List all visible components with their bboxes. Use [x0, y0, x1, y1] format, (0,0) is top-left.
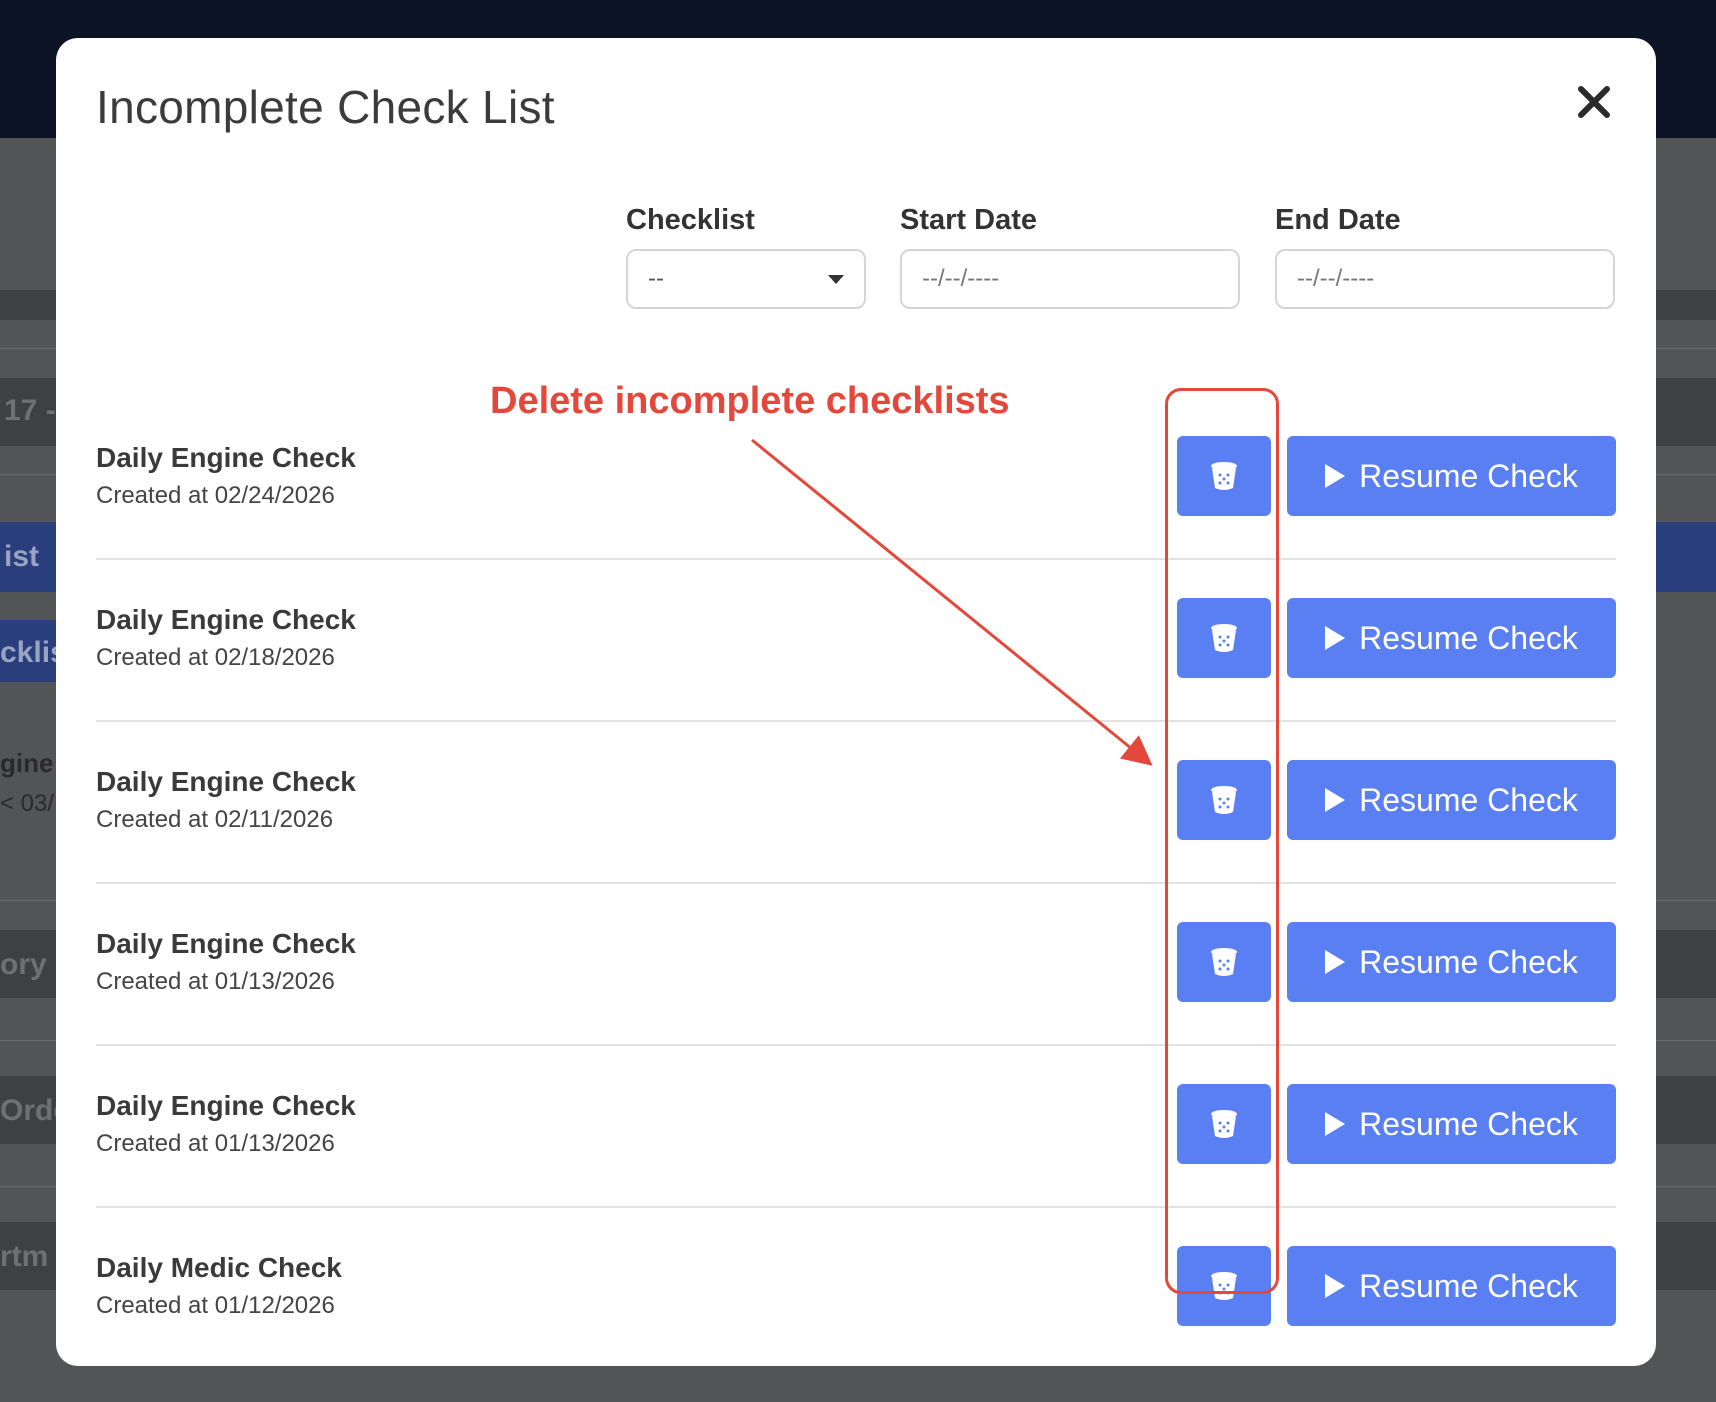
- trash-icon: [1211, 624, 1237, 652]
- list-item: Daily Medic Check Created at 01/12/2026 …: [96, 1208, 1616, 1370]
- checklist-title: Daily Medic Check: [96, 1252, 342, 1283]
- list-item: Daily Engine Check Created at 02/11/2026…: [96, 722, 1616, 884]
- trash-icon: [1211, 786, 1237, 814]
- resume-check-label: Resume Check: [1359, 1267, 1578, 1304]
- play-icon: [1325, 1112, 1346, 1136]
- list-item: Daily Engine Check Created at 01/13/2026…: [96, 884, 1616, 1046]
- resume-check-button[interactable]: Resume Check: [1287, 760, 1616, 840]
- modal-title: Incomplete Check List: [96, 81, 555, 133]
- list-item: Daily Engine Check Created at 01/13/2026…: [96, 1046, 1616, 1208]
- resume-check-label: Resume Check: [1359, 781, 1578, 818]
- close-button[interactable]: [1574, 82, 1614, 122]
- incomplete-checklist-modal: Incomplete Check List Checklist -- Start…: [56, 38, 1656, 1366]
- resume-check-button[interactable]: Resume Check: [1287, 598, 1616, 678]
- resume-check-label: Resume Check: [1359, 619, 1578, 656]
- created-date: Created at 01/13/2026: [96, 968, 335, 995]
- close-icon: [1578, 86, 1610, 118]
- created-date: Created at 02/18/2026: [96, 644, 335, 671]
- list-item: Daily Engine Check Created at 02/18/2026…: [96, 560, 1616, 722]
- delete-button[interactable]: [1177, 760, 1271, 840]
- play-icon: [1325, 950, 1346, 974]
- checklist-select-value: --: [648, 265, 664, 292]
- resume-check-label: Resume Check: [1359, 1105, 1578, 1142]
- end-date-filter: End Date: [1275, 204, 1615, 309]
- checklist-title: Daily Engine Check: [96, 1090, 356, 1121]
- checklist-title: Daily Engine Check: [96, 442, 356, 473]
- resume-check-button[interactable]: Resume Check: [1287, 922, 1616, 1002]
- play-icon: [1325, 1274, 1346, 1298]
- checklist-filter: Checklist --: [626, 204, 866, 309]
- checklist-title: Daily Engine Check: [96, 604, 356, 635]
- bg-text: 17 -: [4, 394, 56, 427]
- checklist-filter-label: Checklist: [626, 204, 755, 236]
- resume-check-button[interactable]: Resume Check: [1287, 1084, 1616, 1164]
- trash-icon: [1211, 1110, 1237, 1138]
- bg-text: ory I: [0, 948, 64, 981]
- resume-check-button[interactable]: Resume Check: [1287, 1246, 1616, 1326]
- bg-text: ist: [4, 540, 40, 573]
- created-date: Created at 01/13/2026: [96, 1130, 335, 1157]
- checklist-list: Daily Engine Check Created at 02/24/2026…: [96, 398, 1616, 1370]
- resume-check-label: Resume Check: [1359, 457, 1578, 494]
- delete-button[interactable]: [1177, 922, 1271, 1002]
- resume-check-button[interactable]: Resume Check: [1287, 436, 1616, 516]
- delete-button[interactable]: [1177, 436, 1271, 516]
- checklist-title: Daily Engine Check: [96, 766, 356, 797]
- delete-button[interactable]: [1177, 598, 1271, 678]
- trash-icon: [1211, 948, 1237, 976]
- end-date-input[interactable]: [1297, 265, 1593, 293]
- created-date: Created at 01/12/2026: [96, 1292, 335, 1319]
- start-date-label: Start Date: [900, 204, 1037, 236]
- trash-icon: [1211, 1272, 1237, 1300]
- play-icon: [1325, 788, 1346, 812]
- trash-icon: [1211, 462, 1237, 490]
- delete-button[interactable]: [1177, 1084, 1271, 1164]
- checklist-title: Daily Engine Check: [96, 928, 356, 959]
- end-date-label: End Date: [1275, 204, 1401, 236]
- bg-text: < 03/: [0, 790, 55, 817]
- bg-text: rtm: [0, 1240, 49, 1273]
- play-icon: [1325, 626, 1346, 650]
- annotation-label: Delete incomplete checklists: [490, 380, 1010, 422]
- created-date: Created at 02/24/2026: [96, 482, 335, 509]
- delete-button[interactable]: [1177, 1246, 1271, 1326]
- start-date-input[interactable]: [922, 265, 1218, 293]
- start-date-box: [900, 249, 1240, 309]
- caret-down-icon: [828, 274, 844, 284]
- end-date-box: [1275, 249, 1615, 309]
- checklist-select[interactable]: --: [626, 249, 866, 309]
- created-date: Created at 02/11/2026: [96, 806, 334, 833]
- resume-check-label: Resume Check: [1359, 943, 1578, 980]
- play-icon: [1325, 464, 1346, 488]
- start-date-filter: Start Date: [900, 204, 1240, 309]
